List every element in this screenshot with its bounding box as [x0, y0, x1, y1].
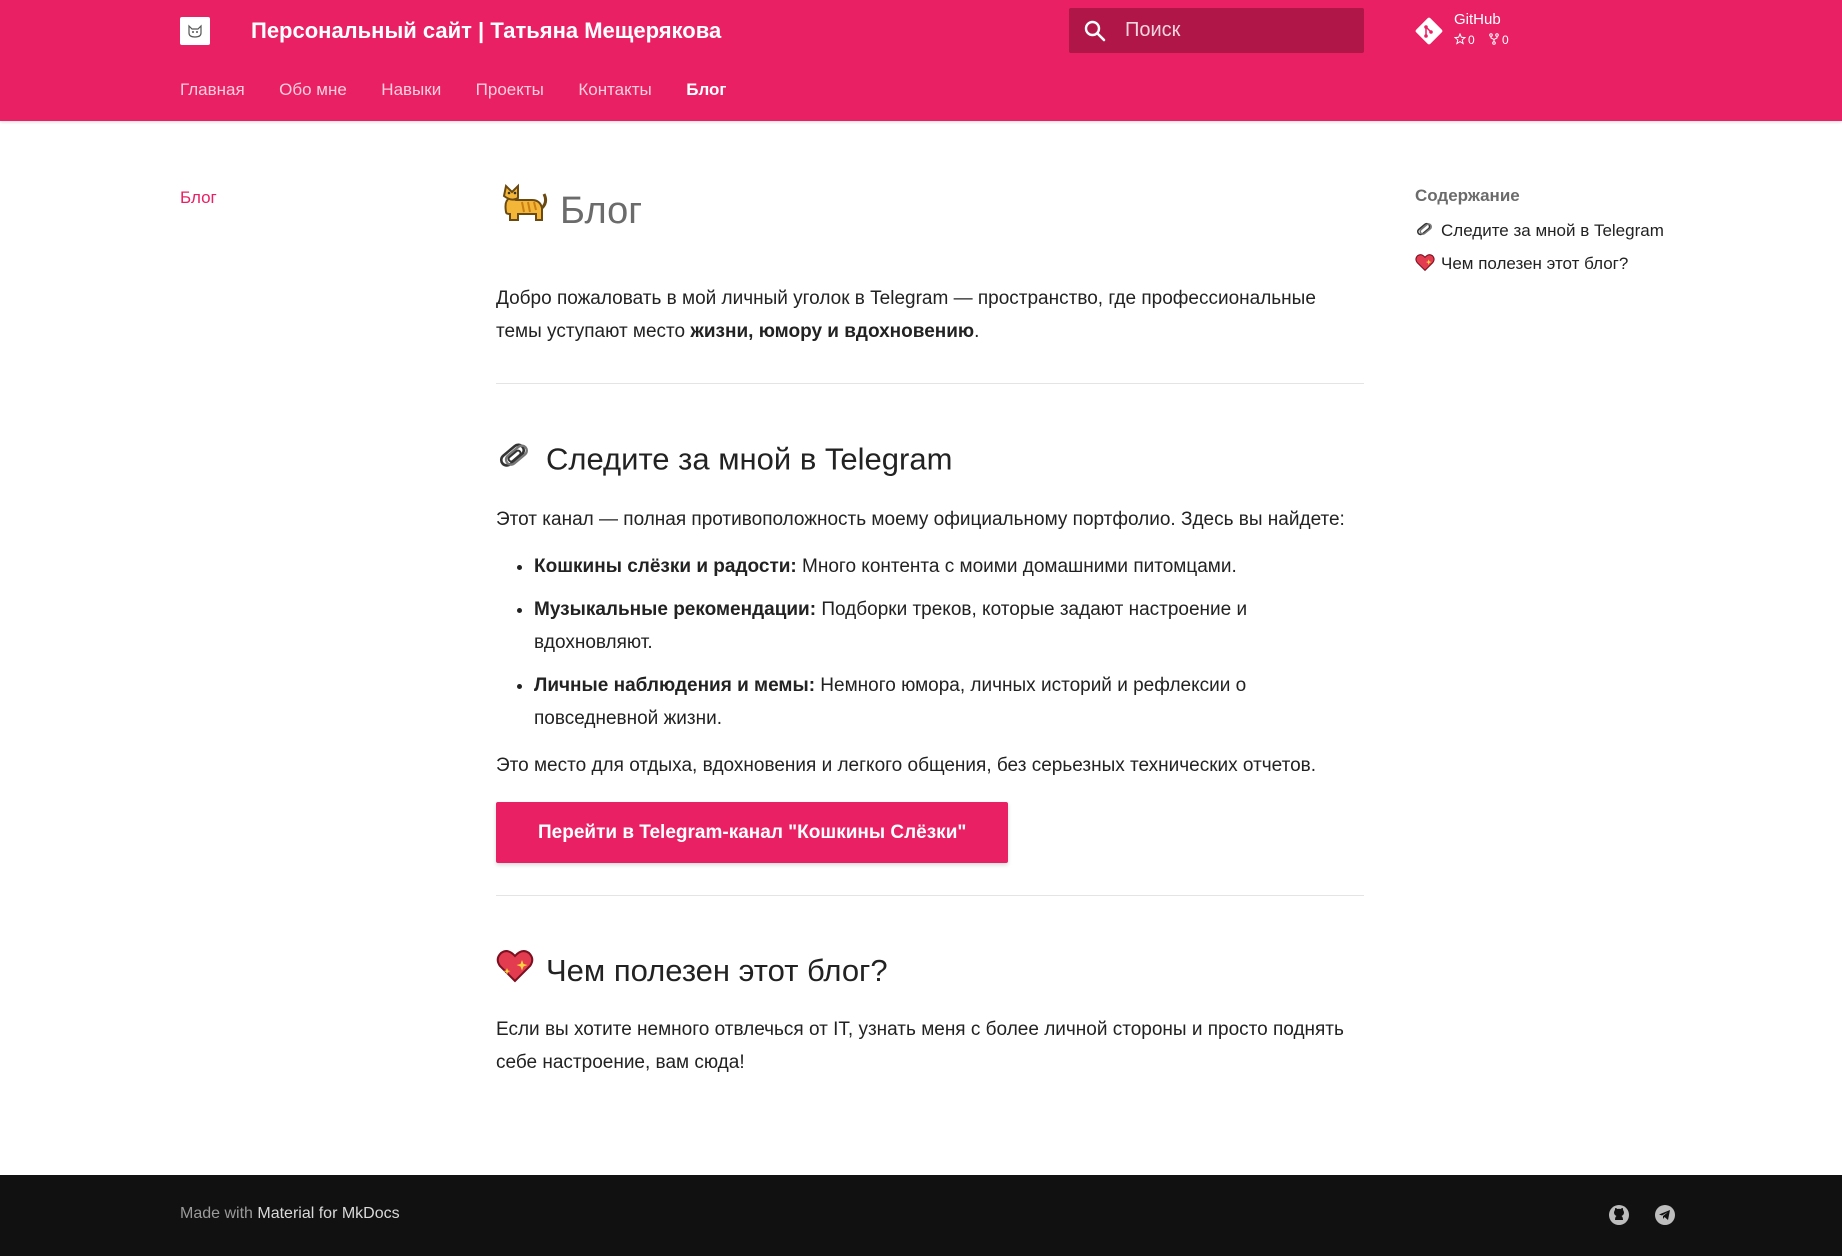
paperclips-icon	[1416, 222, 1432, 236]
cta-wrapper: Перейти в Telegram-канал "Кошкины Слёзки…	[496, 802, 1364, 863]
sidebar-item-blog[interactable]: Блог	[180, 188, 217, 207]
tab-contacts[interactable]: Контакты	[578, 80, 651, 100]
features-list: Кошкины слёзки и радости: Много контента…	[496, 550, 1364, 735]
cat-emoji-icon	[496, 182, 548, 244]
nav-tabs: Главная Обо мне Навыки Проекты Контакты …	[180, 80, 757, 104]
footer-credit: Made with Material for MkDocs	[180, 1205, 400, 1223]
toc-item-telegram[interactable]: Следите за мной в Telegram	[1415, 219, 1735, 241]
list-item: Личные наблюдения и мемы: Немного юмора,…	[534, 669, 1364, 735]
sparkling-heart-icon	[496, 948, 534, 997]
search-input[interactable]	[1125, 8, 1355, 53]
telegram-icon	[1655, 1205, 1675, 1225]
paperclips-icon	[496, 436, 534, 487]
site-footer: Made with Material for MkDocs	[0, 1175, 1842, 1256]
divider	[496, 383, 1364, 384]
toc-item-label: Следите за мной в Telegram	[1441, 221, 1664, 240]
list-item: Кошкины слёзки и радости: Много контента…	[534, 550, 1364, 583]
section2-text: Если вы хотите немного отвлечься от IT, …	[496, 1019, 1344, 1074]
section1-text: Этот канал — полная противоположность мо…	[496, 509, 1345, 530]
intro-bold: жизни, юмору и вдохновению	[690, 321, 975, 342]
made-with-text: Made with	[180, 1205, 253, 1222]
fork-icon	[1489, 33, 1499, 45]
primary-sidebar: Блог	[180, 188, 217, 208]
material-mkdocs-link[interactable]: Material for MkDocs	[257, 1205, 399, 1222]
site-title[interactable]: Персональный сайт | Татьяна Мещерякова	[251, 16, 721, 46]
forks-count: 0	[1502, 33, 1509, 47]
section1-outro: Это место для отдыха, вдохновения и легк…	[496, 755, 1317, 776]
cat-logo-icon	[188, 24, 202, 38]
search-icon	[1084, 20, 1106, 42]
sparkling-heart-icon	[1415, 254, 1435, 272]
repo-name: GitHub	[1454, 11, 1501, 28]
page-title-text: Блог	[560, 190, 643, 233]
search-box[interactable]	[1069, 8, 1364, 53]
git-icon	[1415, 17, 1443, 45]
intro-end: .	[974, 321, 980, 342]
tab-blog[interactable]: Блог	[686, 80, 726, 100]
page-title: Блог	[496, 182, 1364, 238]
main-content: Блог Добро пожаловать в мой личный уголо…	[496, 182, 1364, 1079]
site-logo[interactable]	[180, 17, 210, 45]
table-of-contents: Содержание Следите за мной в Telegram Че…	[1415, 186, 1735, 286]
star-icon	[1453, 32, 1467, 45]
tab-home[interactable]: Главная	[180, 80, 245, 100]
telegram-social-link[interactable]	[1654, 1204, 1676, 1231]
list-item-text: Много контента с моими домашними питомца…	[796, 556, 1237, 577]
repo-stars: 0	[1453, 32, 1478, 47]
divider	[496, 895, 1364, 896]
list-item-title: Кошкины слёзки и радости:	[534, 556, 797, 577]
site-header: Персональный сайт | Татьяна Мещерякова G…	[0, 0, 1842, 121]
tab-about[interactable]: Обо мне	[279, 80, 347, 100]
list-item-title: Музыкальные рекомендации:	[534, 599, 817, 620]
section-heading-benefits: Чем полезен этот блог?	[496, 948, 1364, 997]
repo-link[interactable]: GitHub 0 0	[1414, 9, 1534, 53]
telegram-channel-button[interactable]: Перейти в Telegram-канал "Кошкины Слёзки…	[496, 802, 1009, 863]
toc-item-benefits[interactable]: Чем полезен этот блог?	[1415, 253, 1735, 274]
github-social-link[interactable]	[1608, 1204, 1630, 1231]
toc-item-label: Чем полезен этот блог?	[1441, 254, 1629, 273]
list-item: Музыкальные рекомендации: Подборки треко…	[534, 593, 1364, 659]
section-heading-telegram-text: Следите за мной в Telegram	[546, 441, 953, 477]
intro-paragraph: Добро пожаловать в мой личный уголок в T…	[496, 282, 1364, 348]
toc-title: Содержание	[1415, 186, 1520, 205]
section-heading-telegram: Следите за мной в Telegram	[496, 436, 1364, 487]
stars-count: 0	[1468, 33, 1475, 47]
repo-forks: 0	[1488, 33, 1509, 47]
github-icon	[1609, 1205, 1629, 1225]
tab-skills[interactable]: Навыки	[381, 80, 441, 100]
tab-projects[interactable]: Проекты	[476, 80, 544, 100]
list-item-title: Личные наблюдения и мемы:	[534, 675, 816, 696]
repo-facts: 0 0	[1453, 32, 1519, 47]
section-heading-benefits-text: Чем полезен этот блог?	[546, 953, 888, 988]
